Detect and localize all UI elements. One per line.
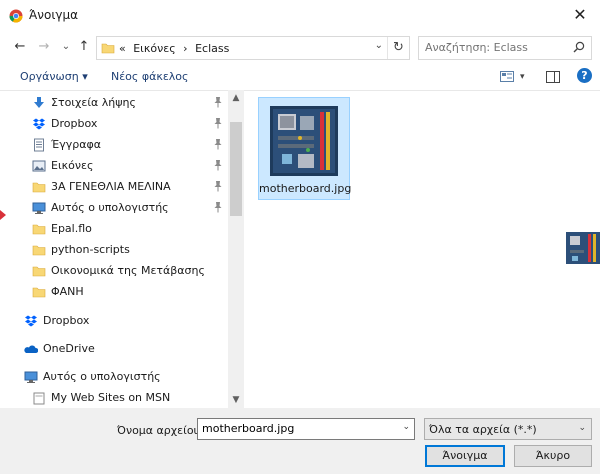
sidebar-item-epal-flo[interactable]: Epal.flo	[0, 219, 228, 240]
navigation-pane: Στοιχεία λήψης Dropbox Έγγραφα Εικόνες 3…	[0, 90, 244, 408]
computer-icon	[32, 202, 46, 214]
sidebar-item-dropbox[interactable]: Dropbox	[0, 311, 228, 332]
dialog-footer: Όνομα αρχείου: ⌄ Όλα τα αρχεία (*.*) ⌄ Ά…	[0, 408, 600, 474]
filename-field[interactable]	[202, 422, 392, 435]
pin-icon[interactable]	[213, 96, 223, 108]
sidebar-item-fani[interactable]: ΦΑΝΗ	[0, 282, 228, 303]
recent-locations-button[interactable]: ⌄	[60, 38, 72, 56]
breadcrumb: « Εικόνες › Eclass	[119, 42, 233, 55]
folder-icon	[32, 287, 46, 298]
documents-icon	[34, 138, 44, 152]
breadcrumb-pictures[interactable]: Εικόνες	[133, 42, 175, 55]
forward-button[interactable]: →	[36, 38, 52, 56]
chevron-down-icon[interactable]: ⌄	[402, 422, 410, 432]
scroll-down-button[interactable]: ▼	[228, 392, 244, 408]
sidebar-item-label: Αυτός ο υπολογιστής	[43, 370, 161, 383]
sidebar-item-documents[interactable]: Έγγραφα	[0, 135, 228, 156]
sidebar-item-label: Αυτός ο υπολογιστής	[51, 201, 169, 214]
sidebar-item-web-sites[interactable]: My Web Sites on MSN	[0, 388, 228, 408]
refresh-button[interactable]: ↻	[387, 37, 409, 59]
sidebar-item-python-scripts[interactable]: python-scripts	[0, 240, 228, 261]
search-input[interactable]	[425, 41, 571, 54]
sidebar-item-label: My Web Sites on MSN	[51, 391, 171, 404]
sidebar-item-label: Στοιχεία λήψης	[51, 96, 136, 109]
sidebar-item-label: Οικονομικά της Μετάβασης	[51, 264, 205, 277]
breadcrumb-overflow[interactable]: «	[119, 42, 126, 55]
organize-button[interactable]: Οργάνωση ▾	[20, 70, 88, 83]
sidebar-item-label: Dropbox	[43, 314, 90, 327]
navigation-scrollbar[interactable]: ▲ ▼	[228, 90, 244, 408]
folder-icon	[32, 224, 46, 235]
back-button[interactable]: ←	[12, 38, 28, 56]
folder-icon	[32, 182, 46, 193]
address-dropdown-icon[interactable]: ⌄	[375, 40, 383, 51]
file-name: motherboard.jpg	[259, 182, 352, 195]
sidebar-item-label: 3Α ΓΕΝΕΘΛΙΑ ΜΕΛΙΝΑ	[51, 180, 171, 193]
filename-combobox[interactable]: ⌄	[197, 418, 415, 440]
onedrive-icon	[24, 345, 38, 353]
sidebar-item-downloads[interactable]: Στοιχεία λήψης	[0, 93, 228, 114]
pin-icon[interactable]	[213, 201, 223, 213]
address-bar[interactable]: « Εικόνες › Eclass ⌄ ↻	[96, 36, 410, 60]
search-icon	[573, 41, 585, 53]
motherboard-thumbnail	[270, 106, 338, 176]
breadcrumb-eclass[interactable]: Eclass	[195, 42, 229, 55]
scroll-thumb[interactable]	[230, 122, 242, 216]
web-folder-icon	[33, 392, 45, 405]
motherboard-preview-thumbnail	[566, 228, 600, 268]
search-box[interactable]	[418, 36, 592, 60]
close-button[interactable]: ✕	[560, 0, 600, 30]
dropbox-icon	[25, 315, 37, 327]
breadcrumb-separator[interactable]: ›	[183, 42, 187, 55]
pin-icon[interactable]	[213, 117, 223, 129]
file-list-pane[interactable]: motherboard.jpg	[244, 90, 600, 408]
scroll-up-button[interactable]: ▲	[228, 90, 244, 106]
help-button[interactable]: ?	[577, 68, 592, 83]
sidebar-item-onedrive[interactable]: OneDrive	[0, 339, 228, 360]
sidebar-item-dropbox-pinned[interactable]: Dropbox	[0, 114, 228, 135]
sidebar-item-this-pc-pinned[interactable]: Αυτός ο υπολογιστής	[0, 198, 228, 219]
pin-icon[interactable]	[213, 180, 223, 192]
sidebar-item-label: Dropbox	[51, 117, 98, 130]
filetype-value: Όλα τα αρχεία (*.*)	[429, 423, 537, 436]
sidebar-item-label: python-scripts	[51, 243, 130, 256]
sidebar-item-economics-folder[interactable]: Οικονομικά της Μετάβασης	[0, 261, 228, 282]
left-edge-marker-icon	[0, 210, 6, 220]
folder-icon	[32, 245, 46, 256]
cancel-button[interactable]: Άκυρο	[514, 445, 592, 467]
sidebar-item-birthday-folder[interactable]: 3Α ΓΕΝΕΘΛΙΑ ΜΕΛΙΝΑ	[0, 177, 228, 198]
open-file-dialog: Άνοιγμα ✕ ← → ⌄ ↑ « Εικόνες › Eclass ⌄ ↻…	[0, 0, 600, 474]
up-button[interactable]: ↑	[76, 38, 92, 56]
chrome-icon	[9, 9, 23, 23]
sidebar-item-pictures[interactable]: Εικόνες	[0, 156, 228, 177]
filetype-select[interactable]: Όλα τα αρχεία (*.*) ⌄	[424, 418, 592, 440]
window-title: Άνοιγμα	[29, 8, 79, 22]
computer-icon	[24, 371, 38, 383]
folder-icon	[32, 266, 46, 277]
open-button[interactable]: Άνοιγμα	[425, 445, 505, 467]
chevron-down-icon[interactable]: ⌄	[578, 423, 586, 433]
filename-label: Όνομα αρχείου:	[117, 424, 204, 437]
sidebar-item-label: Έγγραφα	[51, 138, 101, 151]
file-item-motherboard[interactable]: motherboard.jpg	[258, 97, 352, 200]
new-folder-button[interactable]: Νέος φάκελος	[111, 70, 189, 83]
sidebar-item-this-pc[interactable]: Αυτός ο υπολογιστής	[0, 367, 228, 388]
preview-pane-icon[interactable]	[546, 71, 560, 83]
pictures-icon	[32, 160, 46, 172]
title-bar: Άνοιγμα ✕	[0, 0, 600, 30]
download-icon	[34, 97, 44, 108]
sidebar-item-label: OneDrive	[43, 342, 95, 355]
dropbox-icon	[33, 118, 45, 130]
sidebar-item-label: Εικόνες	[51, 159, 94, 172]
view-menu-dropdown[interactable]: ▾	[520, 72, 525, 82]
folder-icon	[101, 43, 115, 54]
pin-icon[interactable]	[213, 159, 223, 171]
command-bar: Οργάνωση ▾ Νέος φάκελος ▾ ?	[0, 66, 600, 88]
sidebar-item-label: Epal.flo	[51, 222, 92, 235]
sidebar-item-label: ΦΑΝΗ	[51, 285, 84, 298]
view-options-icon[interactable]	[500, 71, 514, 82]
pin-icon[interactable]	[213, 138, 223, 150]
